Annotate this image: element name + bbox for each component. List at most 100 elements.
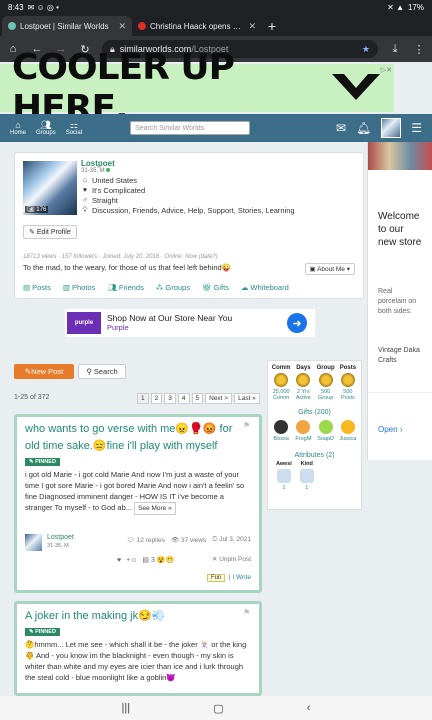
see-more-button[interactable]: See More »: [134, 502, 176, 515]
recent-apps-icon[interactable]: |||: [122, 702, 131, 714]
attributes-title[interactable]: Attributes (2): [268, 452, 361, 459]
tab-groups[interactable]: ⁂ Groups: [156, 283, 190, 292]
new-tab-button[interactable]: +: [262, 16, 282, 36]
hamburger-menu-icon[interactable]: ☰: [411, 121, 422, 135]
side-ad[interactable]: Welcome to our new store Real porcelain …: [367, 142, 432, 460]
bell-icon[interactable]: 🔔︎: [356, 121, 371, 135]
ad-banner[interactable]: COOLER UP HERE.: [0, 47, 394, 129]
author-avatar[interactable]: [25, 534, 42, 551]
add-reaction-icon[interactable]: +☺: [126, 557, 137, 564]
directions-icon[interactable]: ➜: [287, 313, 307, 333]
stat-comments[interactable]: Comm 25,000 Comm: [271, 365, 292, 401]
side-ad-brand: Vintage Daka Crafts: [378, 347, 420, 365]
trophy-icon: [296, 373, 311, 387]
tab-friends[interactable]: 👥︎ Friends: [107, 283, 144, 292]
tab-label: Friends: [118, 283, 144, 292]
author-name[interactable]: Lostpoet: [47, 534, 74, 541]
heart-icon[interactable]: ♥: [117, 557, 121, 564]
tab-photos[interactable]: ▧ Photos: [63, 283, 95, 292]
gift-item[interactable]: SoapD: [315, 418, 336, 442]
attribute-item[interactable]: Kind 1: [299, 461, 314, 491]
clock: 8:43: [8, 2, 24, 12]
page-2[interactable]: 2: [150, 393, 163, 404]
stat-days[interactable]: Days 2 Yrs Active: [293, 365, 314, 401]
search-button[interactable]: ⚲ Search: [78, 364, 126, 379]
attribute-item[interactable]: Awesi 1: [276, 461, 292, 491]
page-3[interactable]: 3: [164, 393, 176, 404]
online-dot-icon: [106, 168, 111, 173]
heart-icon: ♥: [82, 187, 88, 194]
profile-sub: 31-35, M: [81, 168, 105, 174]
stat-groups[interactable]: Group 500 Group: [315, 365, 336, 401]
page-next[interactable]: Next >: [205, 393, 233, 404]
gift-item[interactable]: FrogM: [293, 418, 314, 442]
site-search-input[interactable]: Search Similar Worlds: [130, 121, 251, 135]
user-avatar[interactable]: [381, 118, 402, 138]
page-4[interactable]: 4: [177, 393, 190, 404]
ad-choices-icon[interactable]: ▷✕: [381, 66, 392, 74]
tab-whiteboard[interactable]: ☁ Whiteboard: [241, 283, 289, 292]
close-icon[interactable]: ✕: [248, 21, 256, 32]
stat-head: Posts: [339, 365, 357, 371]
stat-posts[interactable]: Posts 500 Posts: [337, 365, 358, 401]
side-ad-open-link[interactable]: Open ›: [368, 391, 432, 434]
profile-relationship: It's Complicated: [92, 186, 146, 195]
post-title[interactable]: who wants to go verse with me😠🥊😡 for old…: [17, 417, 259, 455]
tab-news[interactable]: Christina Haack opens up ab ✕: [132, 16, 262, 36]
page-last[interactable]: Last »: [234, 393, 260, 404]
tag-fun[interactable]: Fun: [207, 574, 226, 582]
menu-icon[interactable]: ⋮: [412, 42, 426, 56]
whiteboard-icon: ☁: [240, 283, 249, 292]
flag-icon[interactable]: ⚑: [243, 608, 253, 617]
tab-lostpoet[interactable]: Lostpoet | Similar Worlds ✕: [2, 16, 132, 36]
gift-item[interactable]: Jussca: [337, 418, 358, 442]
gifts-title[interactable]: Gifts (200): [268, 409, 361, 416]
favicon-icon: [138, 22, 146, 30]
gift-icon: 🎁︎: [201, 283, 212, 292]
mid-ad[interactable]: purple Shop Now at Our Store Near You Pu…: [64, 308, 316, 338]
stats-box: Comm 25,000 Comm Days 2 Yrs Active Group 50…: [267, 360, 362, 510]
side-ad-desc: Real porcelain on both sides.: [378, 288, 417, 315]
profile-photo[interactable]: 📷︎ 176: [23, 161, 77, 215]
gift-witch-icon: [274, 420, 289, 434]
tab-gifts[interactable]: 🎁︎ Gifts: [202, 283, 229, 292]
unpin-post-button[interactable]: ✕ Unpin Post: [212, 555, 251, 563]
reaction-count[interactable]: ▤ 3 😵😬: [142, 556, 174, 564]
nav-home[interactable]: ⌂ Home: [10, 120, 26, 136]
gift-item[interactable]: Bossa: [271, 418, 292, 442]
house-icon: ⌂: [82, 177, 88, 184]
pagination: 1 2 3 4 5 Next > Last »: [137, 393, 260, 404]
tag-i-write[interactable]: | I Write: [229, 574, 251, 581]
home-button-icon[interactable]: ▢: [213, 702, 223, 715]
profile-meta: 18713 views · 157 followers · Joined: Ju…: [23, 254, 218, 260]
post-title[interactable]: A joker in the making jk😏💨: [17, 604, 259, 625]
page-5[interactable]: 5: [191, 393, 204, 404]
new-post-button[interactable]: ✎ New Post: [14, 364, 74, 379]
nav-label: Groups: [36, 130, 56, 136]
nav-label: Social: [65, 130, 83, 136]
star-icon[interactable]: ★: [362, 44, 370, 55]
about-me-button[interactable]: ▣ About Me ▾: [304, 263, 355, 275]
flag-icon[interactable]: ⚑: [243, 421, 253, 430]
nav-groups[interactable]: 👥︎ Groups: [36, 120, 56, 137]
attribute-awesome-icon: [276, 469, 291, 483]
nav-social[interactable]: ⚏ Social: [65, 120, 83, 137]
back-button-icon[interactable]: ‹: [307, 702, 311, 714]
page-1[interactable]: 1: [137, 393, 149, 404]
stat-head: Comm: [271, 365, 291, 371]
download-icon[interactable]: ⤓: [388, 42, 402, 56]
stat-value: 500 Posts: [340, 389, 355, 401]
tab-posts[interactable]: ▤ Posts: [23, 283, 51, 292]
gift-flower-icon: [340, 420, 355, 434]
author-sub: 31-35, M: [47, 543, 69, 549]
close-icon[interactable]: ✕: [118, 21, 126, 32]
replies-count[interactable]: 💬︎ 12 replies: [127, 536, 165, 544]
edit-profile-button[interactable]: ✎ Edit Profile: [23, 225, 77, 239]
attr-head: Kind: [300, 461, 313, 467]
profile-bio: To the mad, to the weary, for those of u…: [23, 263, 232, 272]
profile-name[interactable]: Lostpoet: [81, 159, 295, 168]
tab-title: Christina Haack opens up ab: [150, 21, 245, 31]
edit-profile-label: Edit Profile: [36, 229, 71, 236]
mail-icon[interactable]: ✉: [336, 121, 346, 135]
person-icon: ♂: [82, 197, 88, 204]
